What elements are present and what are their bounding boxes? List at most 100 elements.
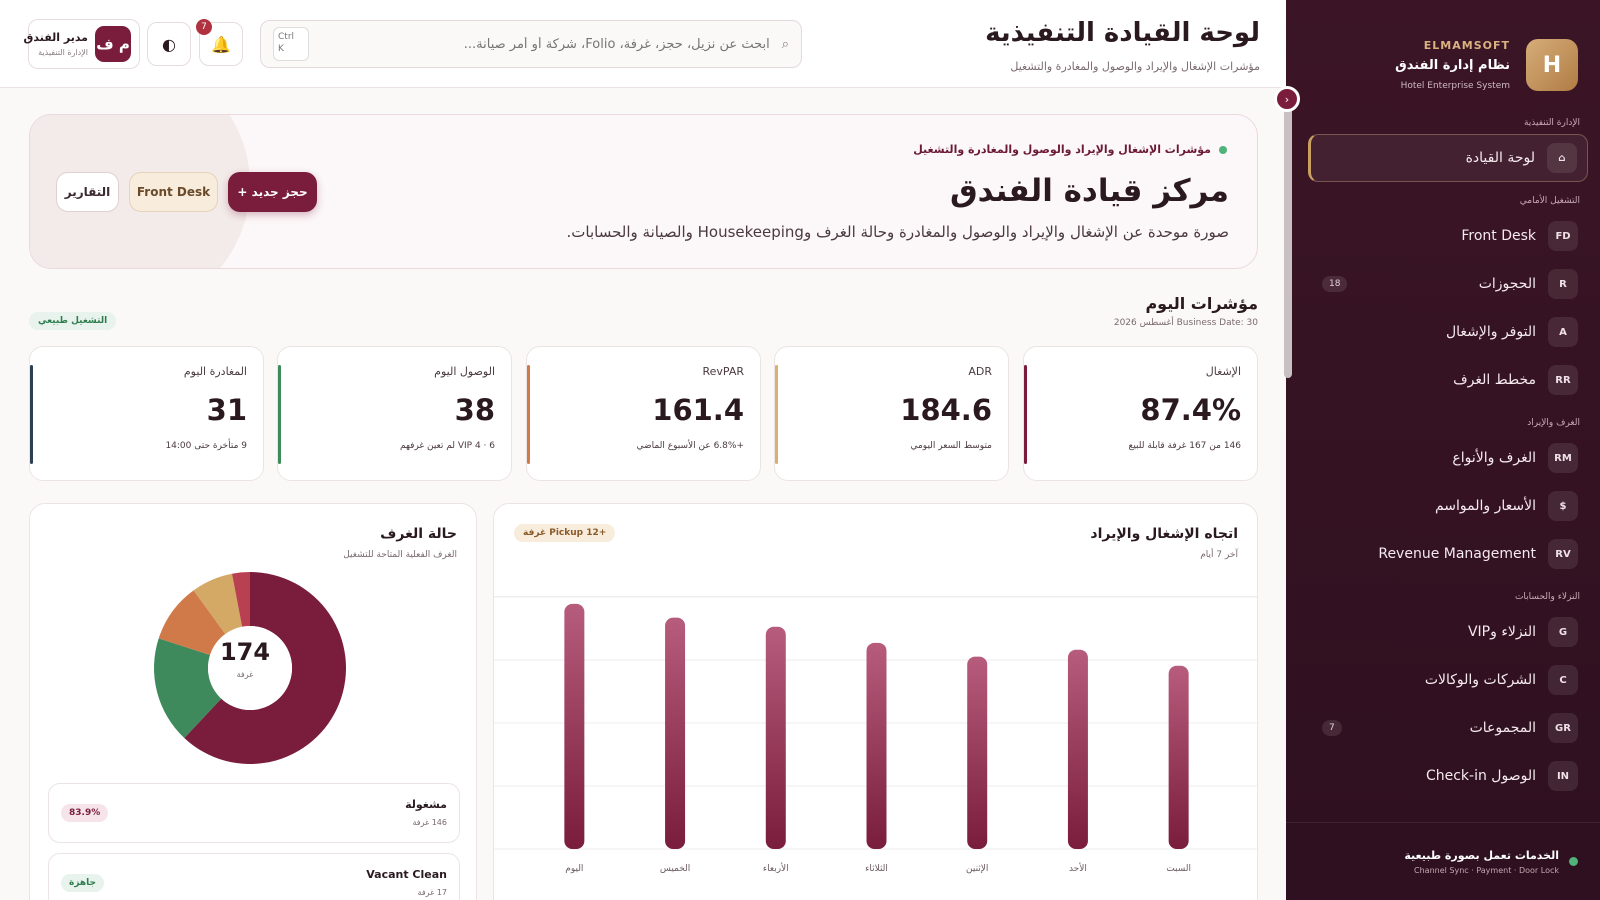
room-types-icon: RM (1548, 443, 1578, 473)
business-date: Business Date: 30 أغسطس 2026 (1113, 318, 1258, 328)
bar-1[interactable] (1067, 649, 1088, 849)
chevron-right-icon: › (1284, 92, 1290, 106)
sidebar-item-revenue[interactable]: RV Revenue Management (1308, 530, 1588, 578)
sidebar-item-availability[interactable]: A التوفر والإشغال (1308, 308, 1588, 356)
hero-tag: مؤشرات الإشغال والإيراد والوصول والمغادر… (913, 143, 1227, 156)
room-status-panel: حالة الغرف الغرف الفعلية المتاحة للتشغيل… (29, 503, 477, 900)
legend-item-occupied[interactable]: مشغولة 146 غرفة 83.9% (48, 783, 460, 843)
sidebar-item-label: الغرف والأنواع (1452, 450, 1536, 466)
sidebar-item-label: Front Desk (1461, 228, 1536, 244)
kpi-note: 146 من 167 غرفة قابلة للبيع (1128, 441, 1241, 451)
bar-5[interactable] (665, 617, 686, 849)
sidebar-item-room-rack[interactable]: RR مخطط الغرف (1308, 356, 1588, 404)
nav-section-rooms: الغرف والإيراد (1527, 418, 1580, 428)
kpi-value: 87.4% (1140, 393, 1241, 427)
room-status-subtitle: الغرف الفعلية المتاحة للتشغيل (343, 550, 457, 560)
kpi-accent (1024, 365, 1027, 464)
revenue-icon: RV (1548, 539, 1578, 569)
front-desk-button[interactable]: Front Desk (129, 172, 218, 212)
nav-section-exec: الإدارة التنفيذية (1523, 118, 1580, 128)
x-tick-label: الإثنين (966, 864, 988, 874)
kpi-accent (278, 365, 281, 464)
brand-title: نظام إدارة الفندق (1395, 58, 1510, 73)
kpi-label: الإشغال (1205, 365, 1241, 378)
pickup-badge: +12 Pickup غرفة (514, 524, 616, 542)
sidebar-item-rates[interactable]: $ الأسعار والمواسم (1308, 482, 1588, 530)
legend-count: 17 غرفة (417, 888, 447, 897)
sidebar-nav: الإدارة التنفيذية ⌂ لوحة القيادة التشغيل… (1286, 104, 1600, 820)
kpi-departures[interactable]: المغادرة اليوم 31 9 متأخرة حتى 14:00 (29, 346, 264, 481)
brand: H ELMAMSOFT نظام إدارة الفندق Hotel Ente… (1286, 0, 1600, 104)
legend-percent-badge: 83.9% (61, 804, 109, 822)
search-icon: ⌕ (781, 36, 789, 52)
trend-chart-area: السبت الأحد الإثنين الثلاثاء الأربعاء الخميس ا… (494, 596, 1257, 900)
total-rooms-unit: غرفة (236, 670, 254, 679)
user-menu[interactable]: م ف مدير الفندق الإدارة التنفيذية (24, 19, 140, 69)
brand-logo: H (1526, 39, 1578, 91)
hero-title: مركز قيادة الفندق (949, 173, 1229, 209)
trend-panel: اتجاه الإشغال والإيراد آخر 7 أيام +12 Pi… (493, 503, 1258, 900)
nav-section-front: التشغيل الأمامي (1519, 196, 1580, 206)
bar-2[interactable] (967, 656, 988, 849)
kpi-value: 31 (206, 393, 247, 427)
sidebar-item-groups[interactable]: GR المجموعات 7 (1308, 704, 1588, 752)
sidebar-collapse-button[interactable]: › (1274, 86, 1300, 112)
shortcut-key-k: K (278, 43, 284, 54)
sidebar-item-reservations[interactable]: R الحجوزات 18 (1308, 260, 1588, 308)
sidebar-item-guests[interactable]: G النزلاء وVIP (1308, 608, 1588, 656)
bar-4[interactable] (765, 626, 786, 849)
x-tick-label: اليوم (565, 864, 583, 874)
reservations-icon: R (1548, 269, 1578, 299)
legend-item-vacant-clean[interactable]: Vacant Clean 17 غرفة جاهزة (48, 853, 460, 900)
kpi-value: 161.4 (652, 393, 744, 427)
hero-description: صورة موحدة عن الإشغال والإيراد والوصول و… (566, 223, 1229, 241)
bar-0[interactable] (1168, 665, 1189, 849)
legend-ready-badge: جاهزة (61, 874, 105, 892)
legend-count: 146 غرفة (412, 818, 447, 827)
kpi-revpar[interactable]: RevPAR 161.4 +6.8% عن الأسبوع الماضي (526, 346, 761, 481)
sidebar-item-front-desk[interactable]: FD Front Desk (1308, 212, 1588, 260)
bar-3[interactable] (866, 642, 887, 849)
sidebar-item-check-in[interactable]: IN الوصول Check-in (1308, 752, 1588, 800)
sidebar-item-dashboard[interactable]: ⌂ لوحة القيادة (1308, 134, 1588, 182)
sidebar-item-companies[interactable]: C الشركات والوكالات (1308, 656, 1588, 704)
groups-icon: GR (1548, 713, 1578, 743)
theme-toggle-button[interactable]: ◐ (147, 22, 191, 66)
search-input[interactable] (309, 36, 770, 52)
new-booking-button[interactable]: + حجز جديد (228, 172, 317, 212)
companies-icon: C (1548, 665, 1578, 695)
sidebar-item-label: الأسعار والمواسم (1434, 498, 1536, 514)
rates-icon: $ (1548, 491, 1578, 521)
guests-icon: G (1548, 617, 1578, 647)
global-search[interactable]: ⌕ Ctrl K (260, 20, 802, 68)
page-title: لوحة القيادة التنفيذية (985, 18, 1260, 48)
check-in-icon: IN (1548, 761, 1578, 791)
notifications-button[interactable]: 🔔 7 (196, 19, 243, 66)
bar-6[interactable] (564, 603, 585, 849)
kpi-note: +6.8% عن الأسبوع الماضي (636, 441, 744, 451)
hero-banner: مؤشرات الإشغال والإيراد والوصول والمغادر… (29, 114, 1258, 269)
groups-count-badge: 7 (1322, 720, 1342, 736)
sidebar-item-room-types[interactable]: RM الغرف والأنواع (1308, 434, 1588, 482)
kpi-note: متوسط السعر اليومي (910, 441, 992, 451)
kpi-arrivals[interactable]: الوصول اليوم 38 VIP 4 · 6 لم تعين غرفهم (277, 346, 512, 481)
room-status-title: حالة الغرف (380, 526, 457, 542)
page-subtitle: مؤشرات الإشغال والإيراد والوصول والمغادر… (1010, 60, 1260, 73)
kpi-accent (527, 365, 530, 464)
bell-icon: 🔔 (211, 34, 231, 54)
kpi-adr[interactable]: ADR 184.6 متوسط السعر اليومي (774, 346, 1009, 481)
brand-company: ELMAMSOFT (1423, 39, 1510, 52)
x-tick-label: الأحد (1069, 862, 1087, 874)
reports-button[interactable]: التقارير (56, 172, 119, 212)
kpi-occupancy[interactable]: الإشغال 87.4% 146 من 167 غرفة قابلة للبي… (1023, 346, 1258, 481)
shortcut-key-ctrl: Ctrl (278, 32, 295, 42)
x-tick-label: السبت (1166, 864, 1191, 874)
avatar: م ف (95, 26, 131, 62)
sidebar-scrollbar[interactable] (1284, 88, 1292, 378)
total-rooms: 174 (219, 638, 271, 666)
contrast-icon: ◐ (162, 34, 176, 54)
kpi-label: الوصول اليوم (434, 365, 495, 378)
kpi-accent (30, 365, 33, 464)
sidebar: H ELMAMSOFT نظام إدارة الفندق Hotel Ente… (1286, 0, 1600, 900)
sidebar-item-label: المجموعات (1469, 720, 1536, 736)
